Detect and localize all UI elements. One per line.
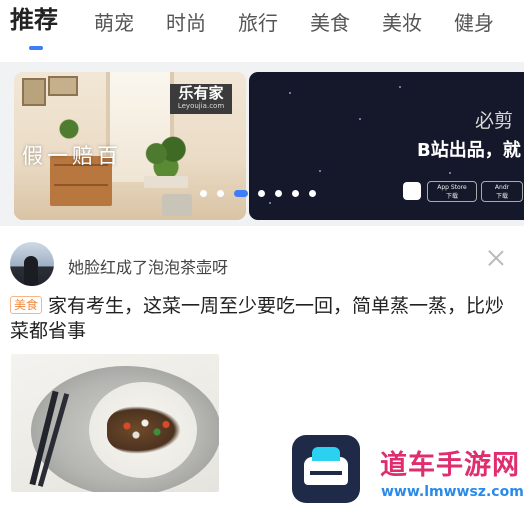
app-store-sub: 下载 <box>445 193 458 200</box>
watermark-logo-icon <box>292 435 360 503</box>
banner-slide-leyoujia[interactable]: 假一赔百 乐有家 Leyoujia.com <box>14 72 246 220</box>
star <box>289 92 291 94</box>
carousel-dot[interactable] <box>309 190 316 197</box>
star <box>399 86 401 88</box>
carousel-dot[interactable] <box>258 190 265 197</box>
feed-author-row: 她脸红成了泡泡茶壶呀 <box>0 238 524 290</box>
android-label: Andr <box>494 184 510 191</box>
tab-pets[interactable]: 萌宠 <box>94 9 134 37</box>
banner-slide-bijian[interactable]: 必剪 B站出品，就 App Store 下载 Andr 下载 <box>249 72 524 220</box>
app-store-button[interactable]: App Store 下载 <box>427 181 477 202</box>
feed-title-text: 家有考生，这菜一周至少要吃一回，简单蒸一蒸，比炒菜都省事 <box>10 295 505 342</box>
wall-picture <box>22 78 46 106</box>
category-tabs: 推荐 萌宠 时尚 旅行 美食 美妆 健身 <box>0 0 524 62</box>
watermark-url: www.lmwwsz.com <box>381 484 524 500</box>
author-name[interactable]: 她脸红成了泡泡茶壶呀 <box>68 254 228 278</box>
close-icon[interactable] <box>484 246 508 270</box>
app-store-label: App Store <box>437 184 467 191</box>
category-tag: 美食 <box>10 296 43 314</box>
garnish <box>115 414 175 444</box>
stool <box>162 194 192 216</box>
wall-picture <box>48 76 78 96</box>
banner-carousel[interactable]: 假一赔百 乐有家 Leyoujia.com 必剪 B站出品，就 App Stor… <box>0 62 524 226</box>
carousel-dot[interactable] <box>217 190 224 197</box>
star <box>319 170 321 172</box>
plant-pot <box>144 176 188 188</box>
active-tab-indicator <box>29 46 43 50</box>
tab-travel[interactable]: 旅行 <box>238 9 278 37</box>
brand-name: 乐有家 <box>178 84 224 102</box>
star <box>269 202 271 204</box>
brand-logo: 乐有家 Leyoujia.com <box>170 84 232 114</box>
potted-plant <box>58 118 80 140</box>
banner-slogan-top: 必剪 <box>475 110 514 132</box>
star <box>359 118 361 120</box>
feed-image[interactable] <box>11 354 219 492</box>
carousel-dot[interactable] <box>275 190 282 197</box>
star <box>449 172 451 174</box>
carousel-dot[interactable] <box>200 190 207 197</box>
app-logo-icon <box>403 182 421 200</box>
banner-slogan: 假一赔百 <box>22 144 122 168</box>
tab-recommend[interactable]: 推荐 <box>10 6 58 34</box>
brand-url: Leyoujia.com <box>177 102 225 110</box>
car-icon <box>304 447 348 485</box>
watermark-text: 道车手游网 <box>380 450 520 481</box>
avatar[interactable] <box>10 242 54 286</box>
feed-title[interactable]: 美食 家有考生，这菜一周至少要吃一回，简单蒸一蒸，比炒菜都省事 <box>10 294 518 344</box>
android-sub: 下载 <box>495 193 508 200</box>
tab-food[interactable]: 美食 <box>310 9 350 37</box>
carousel-dot-active[interactable] <box>234 190 248 197</box>
android-button[interactable]: Andr 下载 <box>481 181 523 202</box>
carousel-dot[interactable] <box>292 190 299 197</box>
tab-fitness[interactable]: 健身 <box>454 9 494 37</box>
tab-makeup[interactable]: 美妆 <box>382 9 422 37</box>
banner-slogan-main: B站出品，就 <box>417 140 521 161</box>
plant <box>142 136 190 180</box>
tab-fashion[interactable]: 时尚 <box>166 9 206 37</box>
